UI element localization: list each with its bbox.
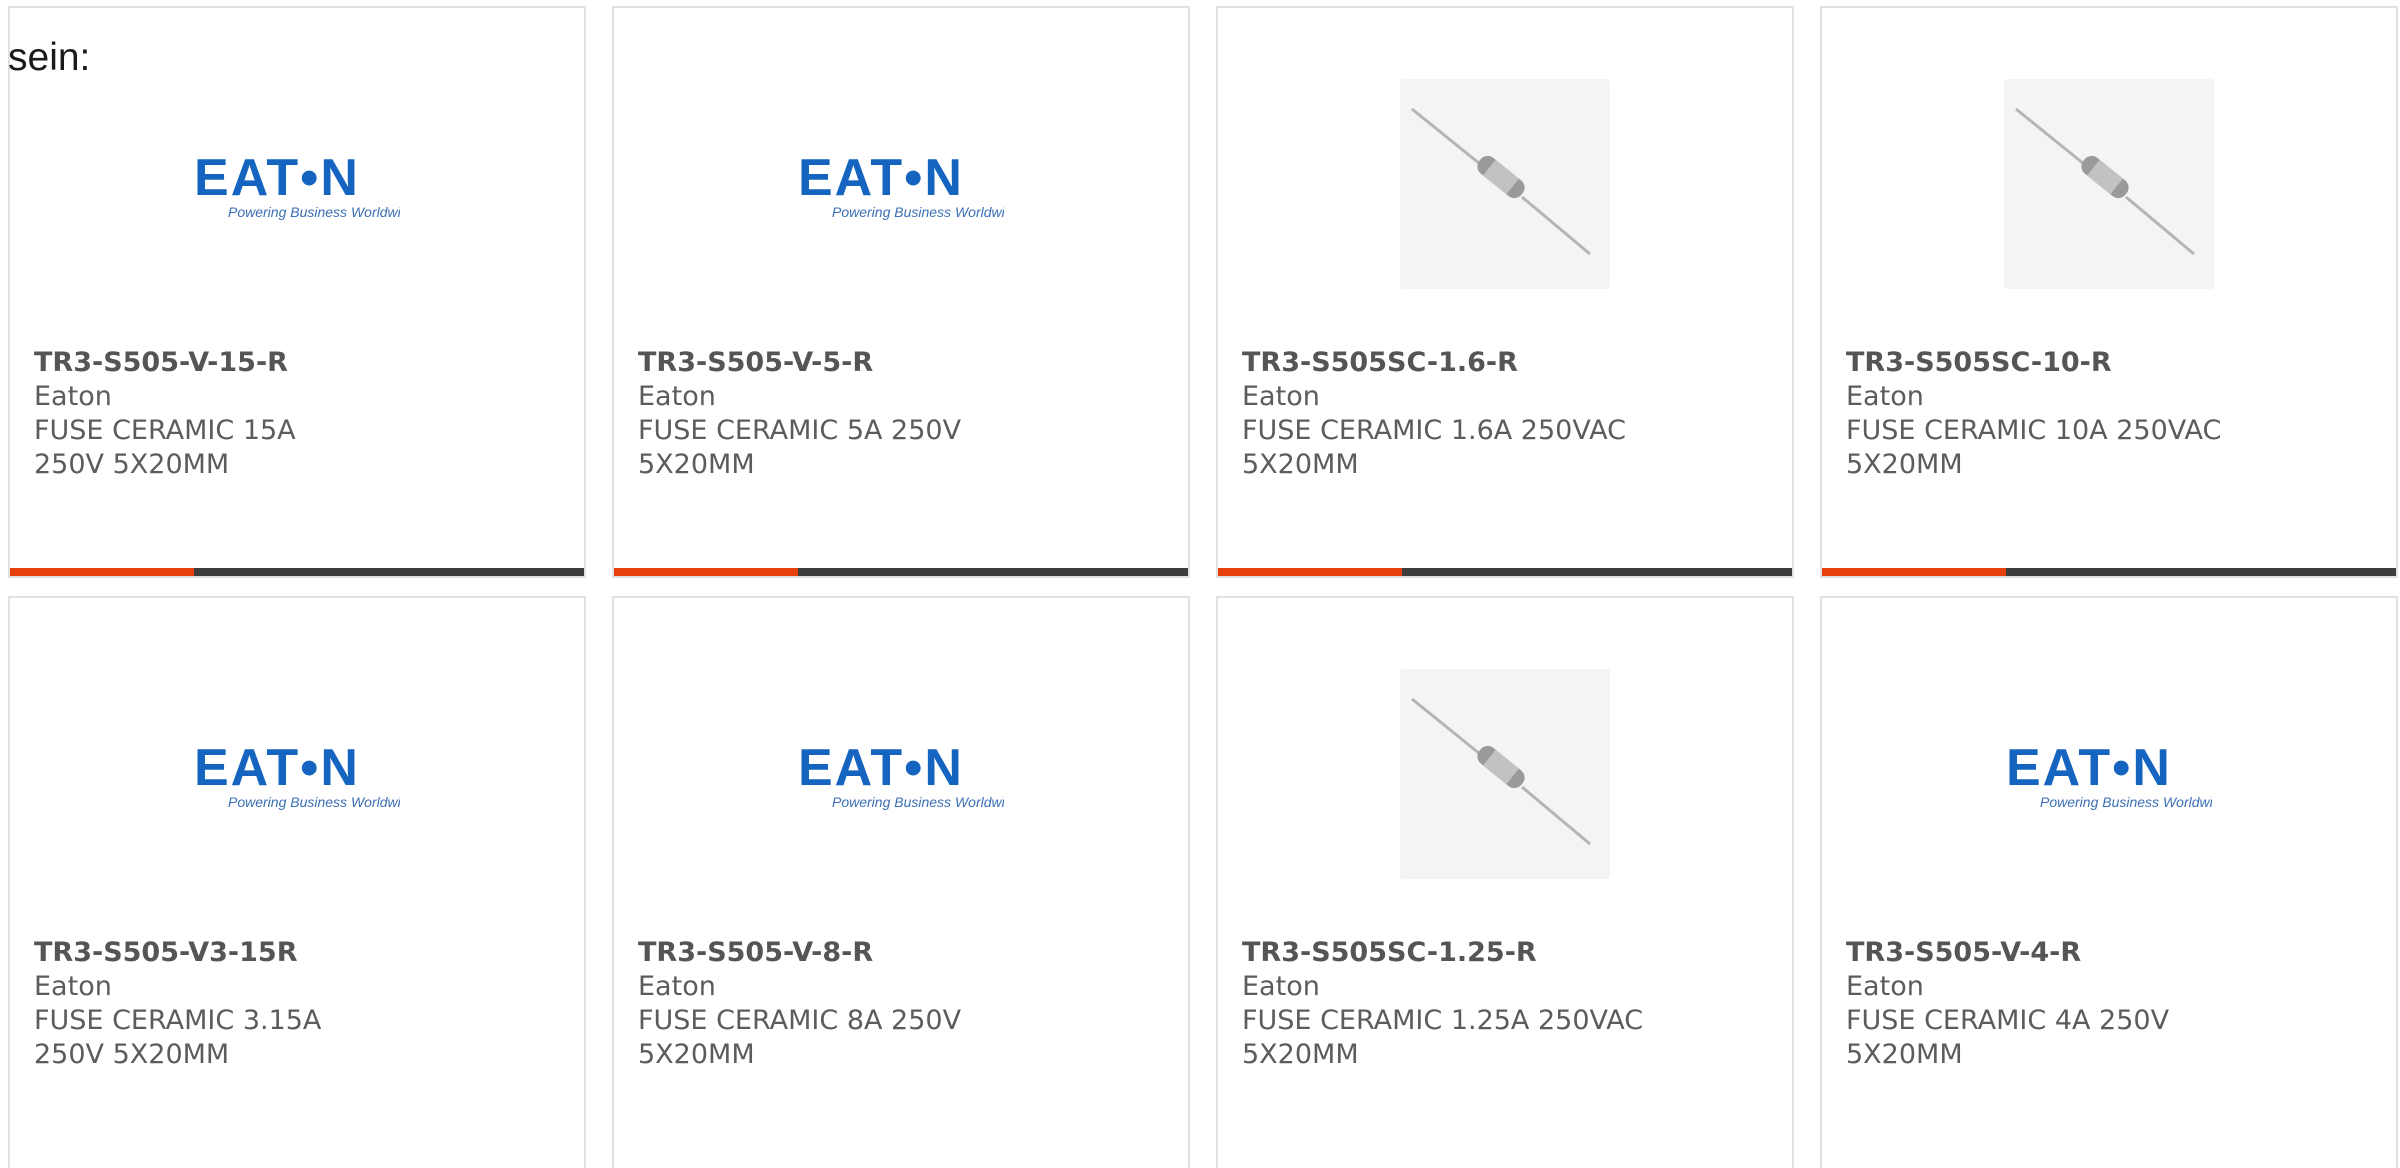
part-number-link[interactable]: TR3-S505SC-1.25-R: [1242, 936, 1768, 970]
description: FUSE CERAMIC 15A 250V 5X20MM: [34, 415, 296, 480]
manufacturer: Eaton: [1242, 381, 1320, 412]
lead-text: sein:: [8, 36, 91, 79]
fuse-photo: [1400, 669, 1610, 879]
eaton-logo-icon: EAT•N Powering Business Worldwide: [2006, 739, 2212, 810]
description: FUSE CERAMIC 8A 250V 5X20MM: [638, 1005, 962, 1070]
description: FUSE CERAMIC 5A 250V 5X20MM: [638, 415, 962, 480]
product-image[interactable]: EAT•N Powering Business Worldwide: [10, 74, 584, 294]
product-info: TR3-S505SC-1.6-R Eaton FUSE CERAMIC 1.6A…: [1242, 346, 1768, 482]
eaton-logo-icon: EAT•N Powering Business Worldwide: [798, 149, 1004, 220]
accent-bar: [10, 568, 194, 576]
fuse-icon: [1411, 107, 1591, 256]
manufacturer: Eaton: [34, 971, 112, 1002]
fuse-photo: [1400, 79, 1610, 289]
product-image[interactable]: [1218, 664, 1792, 884]
product-image[interactable]: [1218, 74, 1792, 294]
product-info: TR3-S505SC-10-R Eaton FUSE CERAMIC 10A 2…: [1846, 346, 2372, 482]
product-image[interactable]: EAT•N Powering Business Worldwide: [614, 74, 1188, 294]
product-card[interactable]: EAT•N Powering Business Worldwide TR3-S5…: [612, 6, 1190, 578]
accent-bar: [1822, 568, 2006, 576]
card-footer-bar: [1822, 568, 2396, 576]
part-number-link[interactable]: TR3-S505-V-15-R: [34, 346, 560, 380]
part-number-link[interactable]: TR3-S505-V-4-R: [1846, 936, 2372, 970]
product-image[interactable]: EAT•N Powering Business Worldwide: [1822, 664, 2396, 884]
product-image[interactable]: [1822, 74, 2396, 294]
manufacturer: Eaton: [638, 971, 716, 1002]
manufacturer: Eaton: [1846, 381, 1924, 412]
description: FUSE CERAMIC 1.25A 250VAC 5X20MM: [1242, 1005, 1644, 1070]
product-card[interactable]: TR3-S505SC-10-R Eaton FUSE CERAMIC 10A 2…: [1820, 6, 2398, 578]
svg-text:EAT•N: EAT•N: [798, 149, 964, 207]
part-number-link[interactable]: TR3-S505-V-8-R: [638, 936, 1164, 970]
svg-text:EAT•N: EAT•N: [194, 739, 360, 797]
product-info: TR3-S505-V-15-R Eaton FUSE CERAMIC 15A 2…: [34, 346, 560, 482]
card-footer-bar: [1218, 568, 1792, 576]
product-info: TR3-S505-V-5-R Eaton FUSE CERAMIC 5A 250…: [638, 346, 1164, 482]
product-grid: EAT•N Powering Business Worldwide TR3-S5…: [8, 6, 2398, 1168]
card-footer-bar: [614, 568, 1188, 576]
product-info: TR3-S505-V-8-R Eaton FUSE CERAMIC 8A 250…: [638, 936, 1164, 1072]
svg-text:EAT•N: EAT•N: [798, 739, 964, 797]
eaton-logo-icon: EAT•N Powering Business Worldwide: [194, 149, 400, 220]
svg-text:EAT•N: EAT•N: [2006, 739, 2172, 797]
product-card[interactable]: TR3-S505SC-1.6-R Eaton FUSE CERAMIC 1.6A…: [1216, 6, 1794, 578]
description: FUSE CERAMIC 4A 250V 5X20MM: [1846, 1005, 2170, 1070]
part-number-link[interactable]: TR3-S505-V3-15R: [34, 936, 560, 970]
description: FUSE CERAMIC 10A 250VAC 5X20MM: [1846, 415, 2222, 480]
fuse-photo: [2004, 79, 2214, 289]
product-card[interactable]: EAT•N Powering Business Worldwide TR3-S5…: [8, 6, 586, 578]
manufacturer: Eaton: [1846, 971, 1924, 1002]
part-number-link[interactable]: TR3-S505SC-10-R: [1846, 346, 2372, 380]
eaton-logo-icon: EAT•N Powering Business Worldwide: [798, 739, 1004, 810]
product-card[interactable]: TR3-S505SC-1.25-R Eaton FUSE CERAMIC 1.2…: [1216, 596, 1794, 1168]
manufacturer: Eaton: [1242, 971, 1320, 1002]
svg-text:Powering Business Worldwide: Powering Business Worldwide: [832, 204, 1004, 220]
svg-text:Powering Business Worldwide: Powering Business Worldwide: [228, 794, 400, 810]
product-info: TR3-S505SC-1.25-R Eaton FUSE CERAMIC 1.2…: [1242, 936, 1768, 1072]
part-number-link[interactable]: TR3-S505SC-1.6-R: [1242, 346, 1768, 380]
accent-bar: [614, 568, 798, 576]
svg-text:Powering Business Worldwide: Powering Business Worldwide: [228, 204, 400, 220]
svg-text:Powering Business Worldwide: Powering Business Worldwide: [832, 794, 1004, 810]
svg-text:Powering Business Worldwide: Powering Business Worldwide: [2040, 794, 2212, 810]
manufacturer: Eaton: [34, 381, 112, 412]
product-card[interactable]: EAT•N Powering Business Worldwide TR3-S5…: [1820, 596, 2398, 1168]
fuse-icon: [1411, 697, 1591, 846]
fuse-icon: [2015, 107, 2195, 256]
eaton-logo-icon: EAT•N Powering Business Worldwide: [194, 739, 400, 810]
card-footer-bar: [10, 568, 584, 576]
svg-text:EAT•N: EAT•N: [194, 149, 360, 207]
description: FUSE CERAMIC 3.15A 250V 5X20MM: [34, 1005, 322, 1070]
description: FUSE CERAMIC 1.6A 250VAC 5X20MM: [1242, 415, 1626, 480]
product-image[interactable]: EAT•N Powering Business Worldwide: [614, 664, 1188, 884]
manufacturer: Eaton: [638, 381, 716, 412]
part-number-link[interactable]: TR3-S505-V-5-R: [638, 346, 1164, 380]
product-card[interactable]: EAT•N Powering Business Worldwide TR3-S5…: [8, 596, 586, 1168]
product-card[interactable]: EAT•N Powering Business Worldwide TR3-S5…: [612, 596, 1190, 1168]
product-info: TR3-S505-V3-15R Eaton FUSE CERAMIC 3.15A…: [34, 936, 560, 1072]
product-info: TR3-S505-V-4-R Eaton FUSE CERAMIC 4A 250…: [1846, 936, 2372, 1072]
accent-bar: [1218, 568, 1402, 576]
product-image[interactable]: EAT•N Powering Business Worldwide: [10, 664, 584, 884]
